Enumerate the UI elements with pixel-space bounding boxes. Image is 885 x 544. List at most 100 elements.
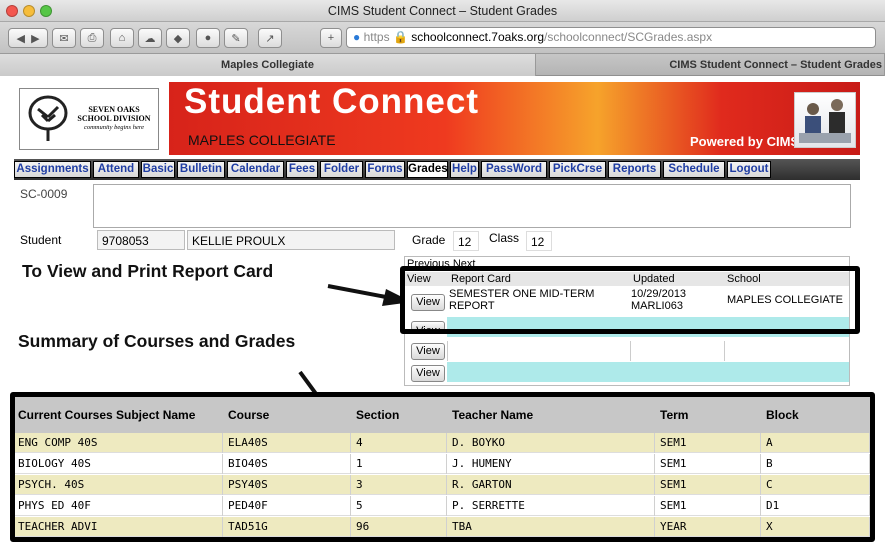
course-row: TEACHER ADVI TAD51G 96 TBA YEAR X	[15, 517, 870, 537]
nav-pickcrse[interactable]: PickCrse	[549, 161, 606, 178]
cell-course: PED40F	[225, 496, 351, 516]
view-report-button[interactable]: View	[411, 365, 445, 382]
report-card-row	[447, 362, 849, 382]
globe-icon: ●	[353, 30, 361, 44]
cell-block: D1	[763, 496, 870, 516]
cell-term: SEM1	[657, 454, 761, 474]
extension-icon[interactable]: ◆	[166, 28, 190, 48]
cell-block: C	[763, 475, 870, 495]
back-forward-button[interactable]: ◀ ▶	[8, 28, 48, 48]
logo-text-seven-oaks: SEVEN OAKS	[88, 105, 140, 114]
site-banner: SEVEN OAKS SCHOOL DIVISION community beg…	[14, 82, 860, 155]
nav-basic[interactable]: Basic	[141, 161, 175, 178]
courses-header-row: Current Courses Subject Name Course Sect…	[15, 397, 870, 433]
tab-label: Maples Collegiate	[221, 59, 314, 71]
cell-teacher: P. SERRETTE	[449, 496, 655, 516]
nav-forms[interactable]: Forms	[365, 161, 405, 178]
cell-teacher: D. BOYKO	[449, 433, 655, 453]
course-row: PHYS ED 40F PED40F 5 P. SERRETTE SEM1 D1	[15, 496, 870, 516]
course-row: PSYCH. 40S PSY40S 3 R. GARTON SEM1 C	[15, 475, 870, 495]
cell-section: 5	[353, 496, 447, 516]
cell-section: 4	[353, 433, 447, 453]
nav-fees[interactable]: Fees	[286, 161, 318, 178]
window-titlebar: CIMS Student Connect – Student Grades	[0, 0, 885, 22]
tab-student-grades[interactable]: CIMS Student Connect – Student Grades	[536, 54, 885, 76]
class-label: Class	[489, 231, 520, 245]
address-bar[interactable]: ● https 🔒 schoolconnect.7oaks.org/school…	[346, 27, 876, 48]
tab-maples-collegiate[interactable]: Maples Collegiate	[0, 54, 536, 76]
url-protocol: https	[363, 30, 390, 44]
cell-subject: TEACHER ADVI	[15, 517, 223, 537]
tab-label: CIMS Student Connect – Student Grades	[669, 59, 882, 71]
cell-course: ELA40S	[225, 433, 351, 453]
url-host: schoolconnect.7oaks.org	[411, 30, 544, 44]
nav-grades[interactable]: Grades	[407, 161, 448, 178]
nav-schedule[interactable]: Schedule	[663, 161, 725, 178]
nav-assignments[interactable]: Assignments	[14, 161, 91, 178]
main-nav: Assignments Attend Basic Bulletin Calend…	[14, 159, 860, 180]
share-icon[interactable]: ↗	[258, 28, 282, 48]
new-tab-icon[interactable]: +	[320, 28, 342, 48]
tools-icon[interactable]: ✎	[224, 28, 248, 48]
nav-logout[interactable]: Logout	[727, 161, 771, 178]
window-controls	[6, 5, 52, 17]
annotation-report-card: To View and Print Report Card	[22, 261, 274, 281]
back-icon[interactable]: ◀	[16, 32, 24, 45]
nav-reports[interactable]: Reports	[608, 161, 661, 178]
cell-teacher: TBA	[449, 517, 655, 537]
grade-label: Grade	[412, 233, 446, 247]
nav-password[interactable]: PassWord	[481, 161, 547, 178]
col-term: Term	[660, 408, 689, 422]
nav-folder[interactable]: Folder	[320, 161, 363, 178]
col-course: Course	[228, 408, 270, 422]
class-field: 12	[526, 231, 552, 251]
nav-calendar[interactable]: Calendar	[227, 161, 284, 178]
window-title: CIMS Student Connect – Student Grades	[327, 4, 558, 18]
student-name-field: KELLIE PROULX	[187, 230, 395, 250]
cell-section: 96	[353, 517, 447, 537]
col-section: Section	[356, 408, 400, 422]
school-name: MAPLES COLLEGIATE	[188, 132, 336, 148]
lock-icon: 🔒	[392, 30, 408, 44]
student-label: Student	[20, 233, 62, 247]
people-icon	[799, 99, 851, 143]
nav-bulletin[interactable]: Bulletin	[177, 161, 225, 178]
home-icon[interactable]: ⌂	[110, 28, 134, 48]
print-icon[interactable]: ⎙	[80, 28, 104, 48]
school-division-logo: SEVEN OAKS SCHOOL DIVISION community beg…	[19, 88, 159, 150]
staff-photo	[794, 92, 856, 148]
message-textarea[interactable]	[93, 184, 851, 228]
screen-code: SC-0009	[20, 187, 68, 201]
cell-term: SEM1	[657, 475, 761, 495]
cell-term: YEAR	[657, 517, 761, 537]
annotation-summary: Summary of Courses and Grades	[18, 331, 296, 351]
cell-course: PSY40S	[225, 475, 351, 495]
col-block: Block	[766, 408, 799, 422]
view-report-button[interactable]: View	[411, 343, 445, 360]
adblock-icon[interactable]: ●	[196, 28, 220, 48]
tab-bar: Maples Collegiate CIMS Student Connect –…	[0, 54, 885, 76]
cell-course: BIO40S	[225, 454, 351, 474]
close-window-icon[interactable]	[6, 5, 18, 17]
cell-subject: ENG COMP 40S	[15, 433, 223, 453]
cloud-icon[interactable]: ☁	[138, 28, 162, 48]
student-id-field: 9708053	[97, 230, 185, 250]
zoom-window-icon[interactable]	[40, 5, 52, 17]
col-teacher: Teacher Name	[452, 408, 534, 422]
cell-course: TAD51G	[225, 517, 351, 537]
cell-term: SEM1	[657, 496, 761, 516]
mail-icon[interactable]: ✉	[52, 28, 76, 48]
forward-icon[interactable]: ▶	[31, 32, 39, 45]
cell-section: 1	[353, 454, 447, 474]
cell-block: B	[763, 454, 870, 474]
nav-attend[interactable]: Attend	[93, 161, 139, 178]
cell-subject: PHYS ED 40F	[15, 496, 223, 516]
course-row: BIOLOGY 40S BIO40S 1 J. HUMENY SEM1 B	[15, 454, 870, 474]
nav-help[interactable]: Help	[450, 161, 479, 178]
browser-toolbar: ◀ ▶ ✉ ⎙ ⌂ ☁ ◆ ● ✎ ↗ + ● https 🔒 schoolco…	[0, 22, 885, 54]
minimize-window-icon[interactable]	[23, 5, 35, 17]
app-title: Student Connect	[184, 82, 479, 121]
col-subject-name: Current Courses Subject Name	[18, 408, 196, 422]
cell-section: 3	[353, 475, 447, 495]
grade-field: 12	[453, 231, 479, 251]
